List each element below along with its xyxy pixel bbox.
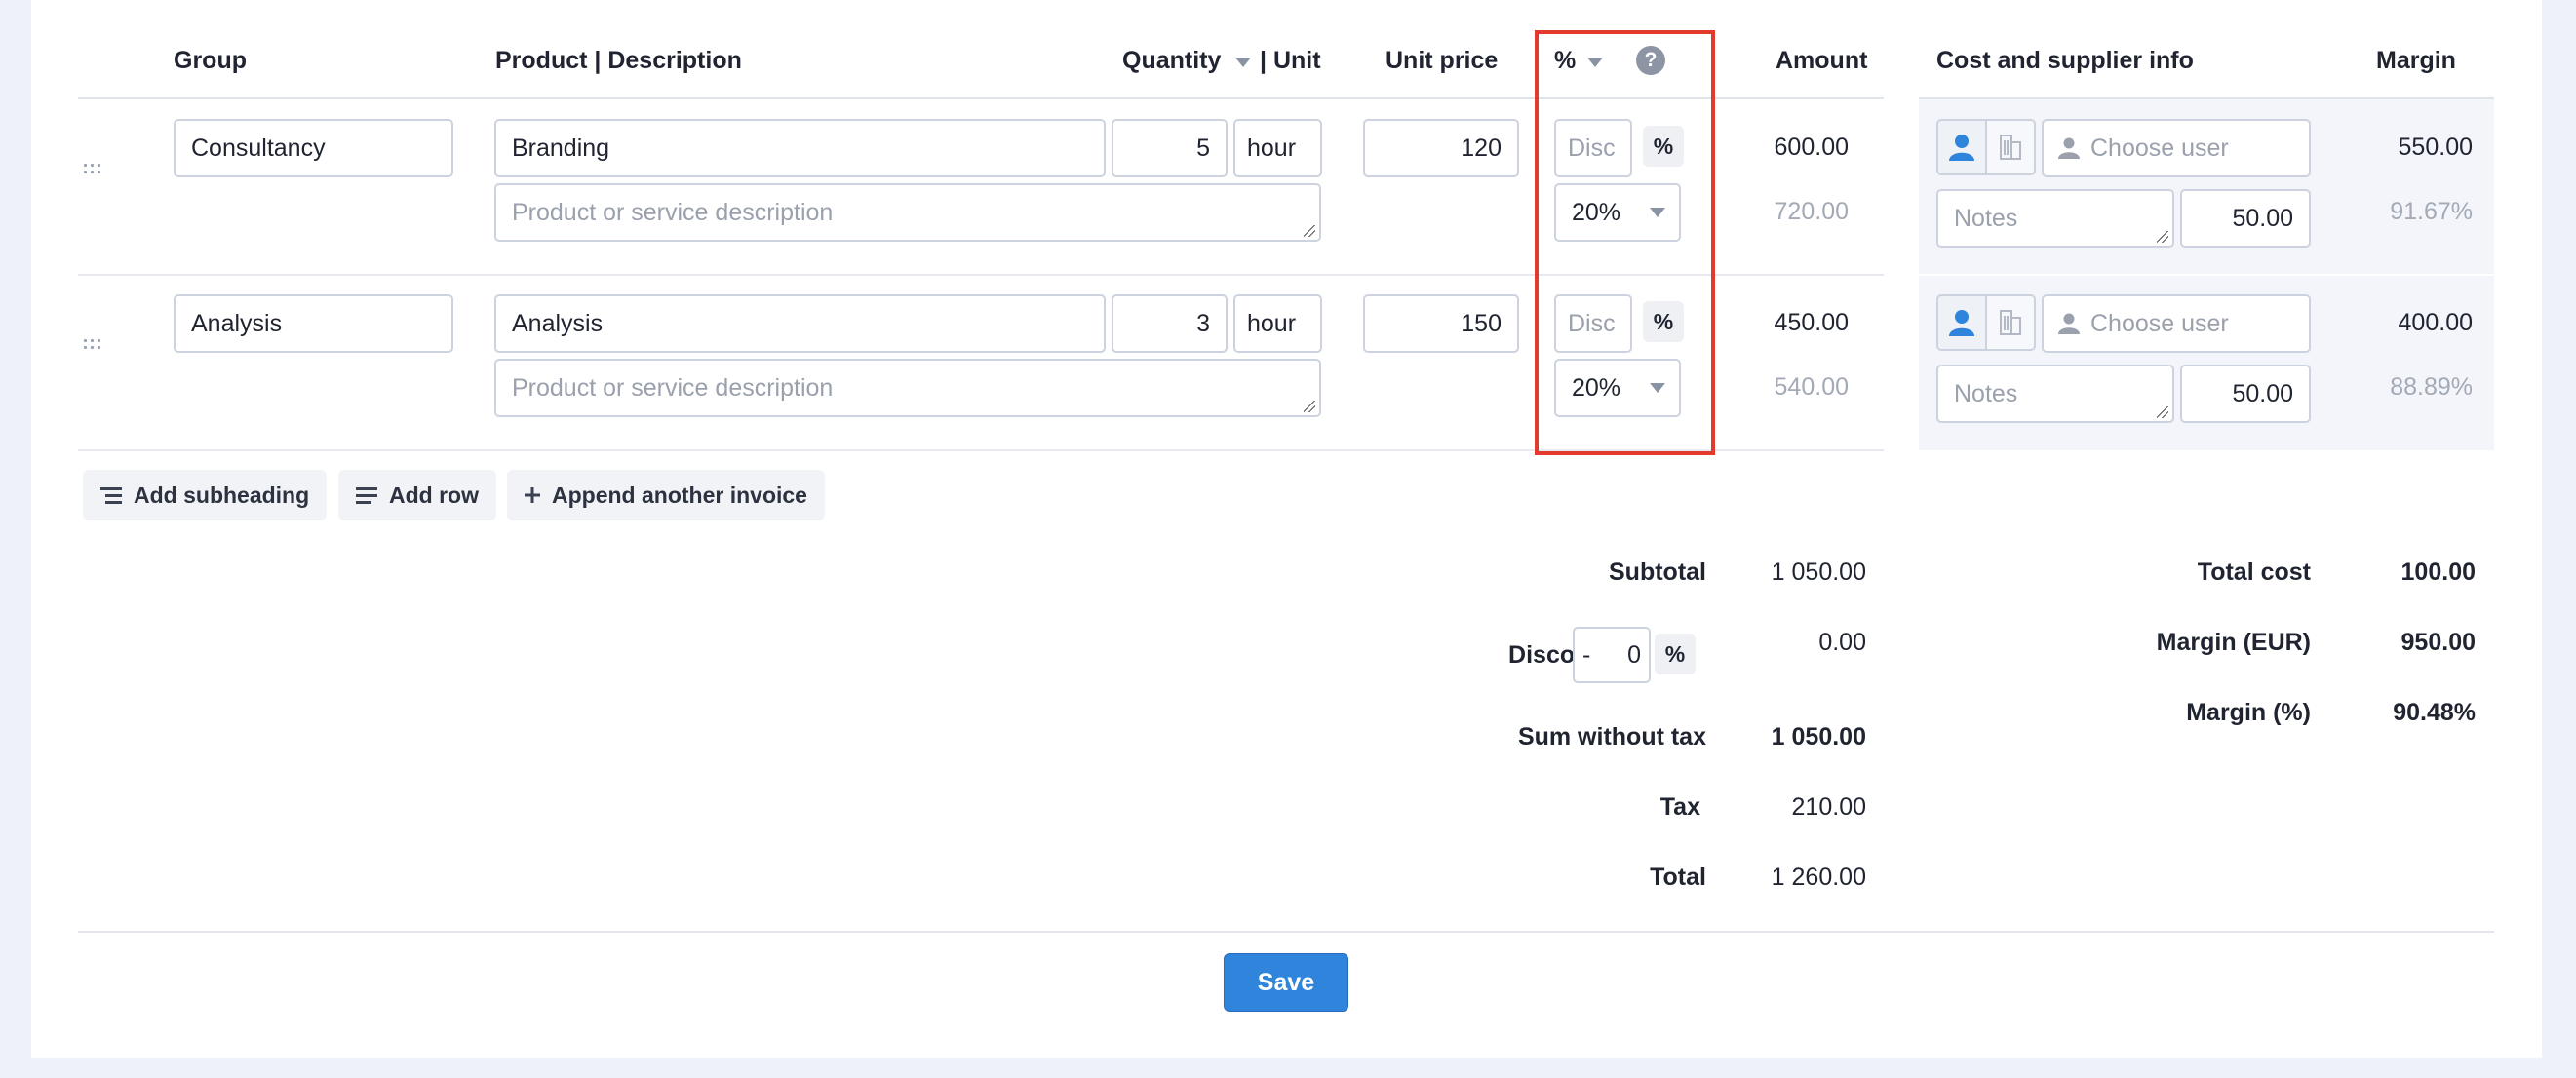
total-cost-value: 100.00 bbox=[2400, 558, 2476, 586]
plus-icon bbox=[525, 487, 540, 503]
header-product: Product | Description bbox=[495, 47, 742, 74]
margin-eur-value: 950.00 bbox=[2400, 629, 2476, 656]
footer-divider bbox=[78, 931, 2494, 933]
margin-percent-label: Margin (%) bbox=[2186, 699, 2311, 726]
vat-column-highlight bbox=[1535, 30, 1715, 455]
margin-percent-value: 90.48% bbox=[2393, 699, 2476, 726]
product-input[interactable]: Analysis bbox=[494, 294, 1106, 353]
total-label: Total bbox=[1650, 864, 1706, 891]
quantity-input[interactable]: 5 bbox=[1112, 119, 1228, 177]
unit-input[interactable]: hour bbox=[1233, 294, 1322, 353]
resize-handle-icon[interactable] bbox=[2157, 231, 2168, 243]
margin-eur-label: Margin (EUR) bbox=[2156, 629, 2311, 656]
quantity-input[interactable]: 3 bbox=[1112, 294, 1228, 353]
discount-sign: - bbox=[1582, 640, 1591, 669]
unit-input[interactable]: hour bbox=[1233, 119, 1322, 177]
rows-icon bbox=[356, 487, 377, 504]
description-placeholder: Product or service description bbox=[512, 198, 834, 226]
add-row-label: Add row bbox=[389, 481, 479, 508]
cost-input[interactable]: 50.00 bbox=[2180, 189, 2311, 248]
unit-price-input[interactable]: 120 bbox=[1363, 119, 1519, 177]
global-discount-unit-toggle[interactable]: % bbox=[1655, 634, 1696, 674]
user-icon bbox=[2058, 137, 2080, 159]
notes-textarea[interactable]: Notes bbox=[1936, 365, 2174, 423]
description-placeholder: Product or service description bbox=[512, 373, 834, 402]
person-icon bbox=[1949, 310, 1974, 336]
header-unit-price: Unit price bbox=[1386, 47, 1499, 74]
drag-handle-icon[interactable] bbox=[82, 337, 103, 351]
discount-amount: 0.00 bbox=[1818, 629, 1866, 656]
header-amount: Amount bbox=[1776, 47, 1868, 74]
header-quantity[interactable]: Quantity bbox=[1122, 47, 1221, 75]
resize-handle-icon[interactable] bbox=[1304, 225, 1315, 237]
tax-value: 210.00 bbox=[1791, 793, 1866, 821]
cost-input[interactable]: 50.00 bbox=[2180, 365, 2311, 423]
row-margin: 400.00 bbox=[2398, 309, 2473, 336]
description-textarea[interactable]: Product or service description bbox=[494, 183, 1321, 242]
subtotal-label: Subtotal bbox=[1609, 558, 1706, 586]
global-discount-input[interactable]: - 0 bbox=[1573, 627, 1651, 683]
group-input[interactable]: Consultancy bbox=[174, 119, 453, 177]
header-cost-info: Cost and supplier info bbox=[1936, 47, 2194, 74]
drag-handle-icon[interactable] bbox=[82, 162, 103, 175]
cost-row-divider bbox=[1919, 274, 2494, 276]
row-margin-percent: 91.67% bbox=[2390, 198, 2473, 225]
supplier-placeholder: Choose user bbox=[2090, 134, 2229, 162]
resize-handle-icon[interactable] bbox=[2157, 406, 2168, 418]
resize-handle-icon[interactable] bbox=[1304, 401, 1315, 412]
add-row-button[interactable]: Add row bbox=[338, 470, 496, 520]
header-group: Group bbox=[174, 47, 247, 74]
append-invoice-button[interactable]: Append another invoice bbox=[507, 470, 825, 520]
row-margin: 550.00 bbox=[2398, 134, 2473, 161]
user-icon bbox=[2058, 313, 2080, 334]
supplier-placeholder: Choose user bbox=[2090, 309, 2229, 337]
total-cost-label: Total cost bbox=[2197, 558, 2311, 586]
discount-value: 0 bbox=[1627, 640, 1641, 669]
sum-without-tax-label: Sum without tax bbox=[1517, 723, 1706, 751]
unit-price-input[interactable]: 150 bbox=[1363, 294, 1519, 353]
sum-without-tax-value: 1 050.00 bbox=[1771, 723, 1866, 751]
header-unit: | Unit bbox=[1260, 47, 1321, 74]
supplier-user-select[interactable]: Choose user bbox=[2042, 119, 2311, 177]
supplier-person-button[interactable] bbox=[1936, 119, 1987, 175]
subtotal-value: 1 050.00 bbox=[1771, 558, 1866, 586]
save-button[interactable]: Save bbox=[1224, 953, 1348, 1012]
append-invoice-label: Append another invoice bbox=[552, 481, 807, 508]
group-input[interactable]: Analysis bbox=[174, 294, 453, 353]
description-textarea[interactable]: Product or service description bbox=[494, 359, 1321, 417]
supplier-user-select[interactable]: Choose user bbox=[2042, 294, 2311, 353]
supplier-company-button[interactable] bbox=[1985, 294, 2036, 351]
product-input[interactable]: Branding bbox=[494, 119, 1106, 177]
header-margin: Margin bbox=[2376, 47, 2456, 74]
row-amount-with-tax: 540.00 bbox=[1774, 373, 1849, 401]
total-value: 1 260.00 bbox=[1771, 864, 1866, 891]
add-subheading-button[interactable]: Add subheading bbox=[83, 470, 328, 520]
row-margin-percent: 88.89% bbox=[2390, 373, 2473, 401]
supplier-company-button[interactable] bbox=[1985, 119, 2036, 175]
row-amount-with-tax: 720.00 bbox=[1774, 198, 1849, 225]
row-amount: 450.00 bbox=[1774, 309, 1849, 336]
person-icon bbox=[1949, 135, 1974, 161]
notes-placeholder: Notes bbox=[1954, 204, 2018, 232]
row-amount: 600.00 bbox=[1774, 134, 1849, 161]
notes-placeholder: Notes bbox=[1954, 379, 2018, 407]
supplier-person-button[interactable] bbox=[1936, 294, 1987, 351]
quantity-sort-chevron-icon[interactable] bbox=[1235, 58, 1251, 67]
cost-header-divider bbox=[1919, 97, 2494, 99]
notes-textarea[interactable]: Notes bbox=[1936, 189, 2174, 248]
subheading-icon bbox=[100, 487, 122, 504]
add-subheading-label: Add subheading bbox=[134, 481, 310, 508]
building-icon bbox=[2000, 310, 2021, 335]
building-icon bbox=[2000, 135, 2021, 160]
tax-label: Tax bbox=[1659, 793, 1700, 821]
